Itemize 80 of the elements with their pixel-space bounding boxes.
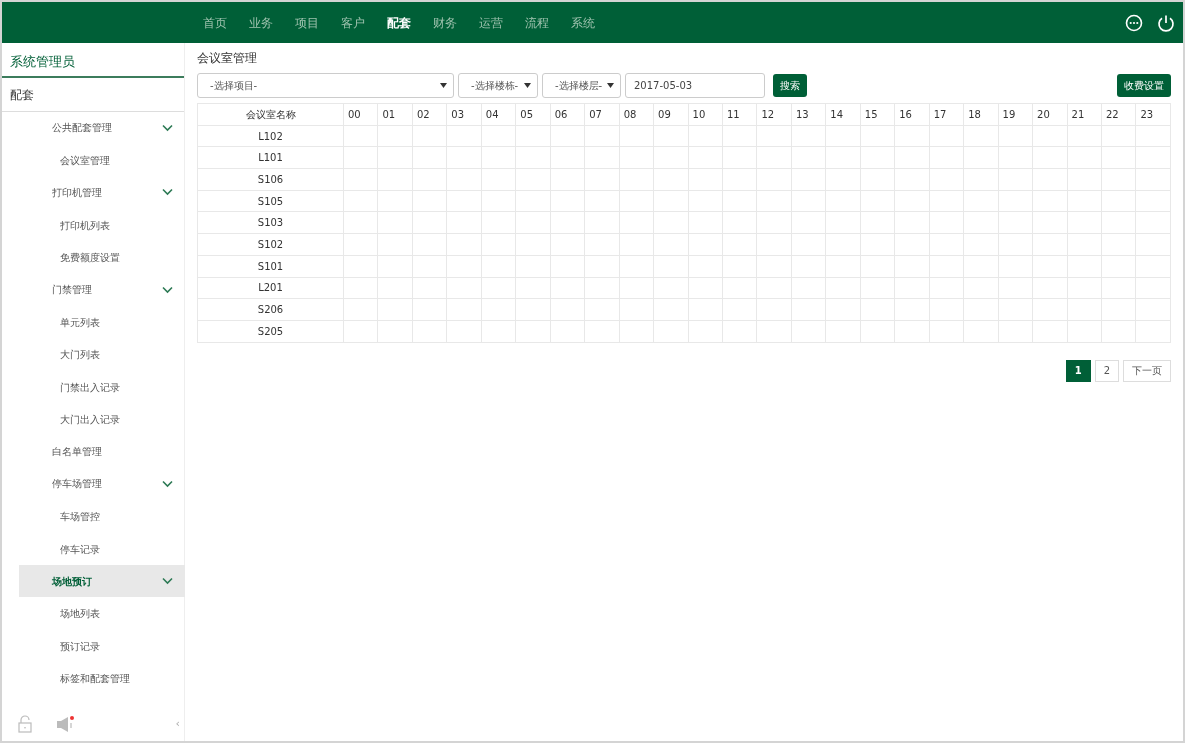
nav-tab[interactable]: 配套 [376, 13, 422, 32]
select-field[interactable]: -选择项目- [197, 73, 454, 98]
room-name: L201 [197, 277, 344, 299]
speaker-icon[interactable] [56, 715, 76, 733]
sidebar-subitem[interactable]: 大门列表 [2, 338, 184, 371]
sidebar-subitem[interactable]: 预订记录 [2, 629, 184, 663]
user-name: 系统管理员 [2, 43, 184, 78]
nav-tab[interactable]: 首页 [192, 13, 238, 32]
fee-settings-button[interactable]: 收费设置 [1117, 74, 1171, 97]
column-header: 15 [860, 103, 895, 126]
nav-tab[interactable]: 系统 [560, 13, 606, 32]
column-header: 会议室名称 [197, 103, 344, 126]
column-header: 22 [1101, 103, 1136, 126]
sidebar-subitem[interactable]: 大门出入记录 [2, 403, 184, 436]
column-header: 07 [584, 103, 620, 126]
sidebar-item[interactable]: 公共配套管理 [19, 111, 185, 144]
column-header: 12 [756, 103, 792, 126]
sidebar-subitem[interactable]: 场地列表 [2, 597, 184, 630]
nav-tab[interactable]: 财务 [422, 13, 468, 32]
sidebar-subitem[interactable]: 免费额度设置 [2, 241, 184, 274]
nav-tab[interactable]: 客户 [330, 13, 376, 32]
column-header: 09 [653, 103, 689, 126]
column-header: 21 [1067, 103, 1102, 126]
column-header: 05 [515, 103, 551, 126]
caret-icon [440, 83, 447, 88]
column-header: 17 [929, 103, 964, 126]
more-icon[interactable] [1125, 13, 1143, 32]
column-header: 18 [963, 103, 999, 126]
room-name: L101 [197, 146, 344, 169]
sidebar-item[interactable]: 门禁管理 [19, 273, 185, 306]
room-name: L102 [197, 125, 344, 147]
sidebar-item[interactable]: 白名单管理 [19, 435, 185, 468]
sidebar-subitem[interactable]: 门禁出入记录 [2, 370, 184, 403]
column-header: 04 [481, 103, 516, 126]
nav-tab[interactable]: 流程 [514, 13, 560, 32]
column-header: 10 [688, 103, 723, 126]
sidebar-subitem[interactable]: 停车记录 [2, 532, 184, 565]
column-header: 00 [343, 103, 378, 126]
column-header: 03 [446, 103, 482, 126]
power-icon[interactable] [1157, 13, 1175, 32]
select-field[interactable]: -选择楼栋- [458, 73, 538, 98]
nav-tab[interactable]: 项目 [284, 13, 330, 32]
sidebar-subitem[interactable]: 单元列表 [2, 305, 184, 339]
column-header: 20 [1032, 103, 1067, 126]
column-header: 13 [791, 103, 826, 126]
column-header: 19 [998, 103, 1033, 126]
sidebar-subitem[interactable]: 打印机列表 [2, 208, 184, 242]
search-button[interactable]: 搜索 [773, 74, 807, 97]
next-page-button[interactable]: 下一页 [1123, 359, 1171, 382]
room-name: S106 [197, 168, 344, 191]
column-header: 23 [1135, 103, 1171, 126]
page-button[interactable]: 2 [1094, 359, 1119, 382]
select-field[interactable]: -选择楼层- [542, 73, 621, 98]
nav-tab[interactable]: 业务 [238, 13, 284, 32]
sidebar-item[interactable]: 场地预订 [19, 564, 185, 598]
nav-tab[interactable]: 运营 [468, 13, 514, 32]
caret-icon [524, 83, 531, 88]
room-name: S206 [197, 298, 344, 321]
room-name: S101 [197, 255, 344, 277]
sidebar-subitem[interactable]: 会议室管理 [2, 143, 184, 177]
column-header: 11 [722, 103, 757, 126]
column-header: 16 [894, 103, 930, 126]
column-header: 02 [412, 103, 447, 126]
column-header: 08 [619, 103, 654, 126]
room-name: S102 [197, 233, 344, 256]
page-title: 会议室管理 [197, 50, 258, 67]
room-name: S103 [197, 211, 344, 234]
column-header: 14 [825, 103, 861, 126]
sidebar-subitem[interactable]: 标签和配套管理 [2, 662, 184, 695]
sidebar-item[interactable]: 停车场管理 [19, 467, 185, 501]
date-field[interactable]: 2017-05-03 [625, 73, 765, 98]
room-name: S205 [197, 320, 344, 343]
sidebar-item[interactable]: 打印机管理 [19, 176, 185, 209]
room-name: S105 [197, 190, 344, 212]
column-header: 06 [550, 103, 585, 126]
sidebar-subitem[interactable]: 车场管控 [2, 500, 184, 533]
column-header: 01 [377, 103, 413, 126]
page-button[interactable]: 1 [1065, 359, 1091, 382]
caret-icon [607, 83, 614, 88]
section-title: 配套 [2, 77, 184, 112]
